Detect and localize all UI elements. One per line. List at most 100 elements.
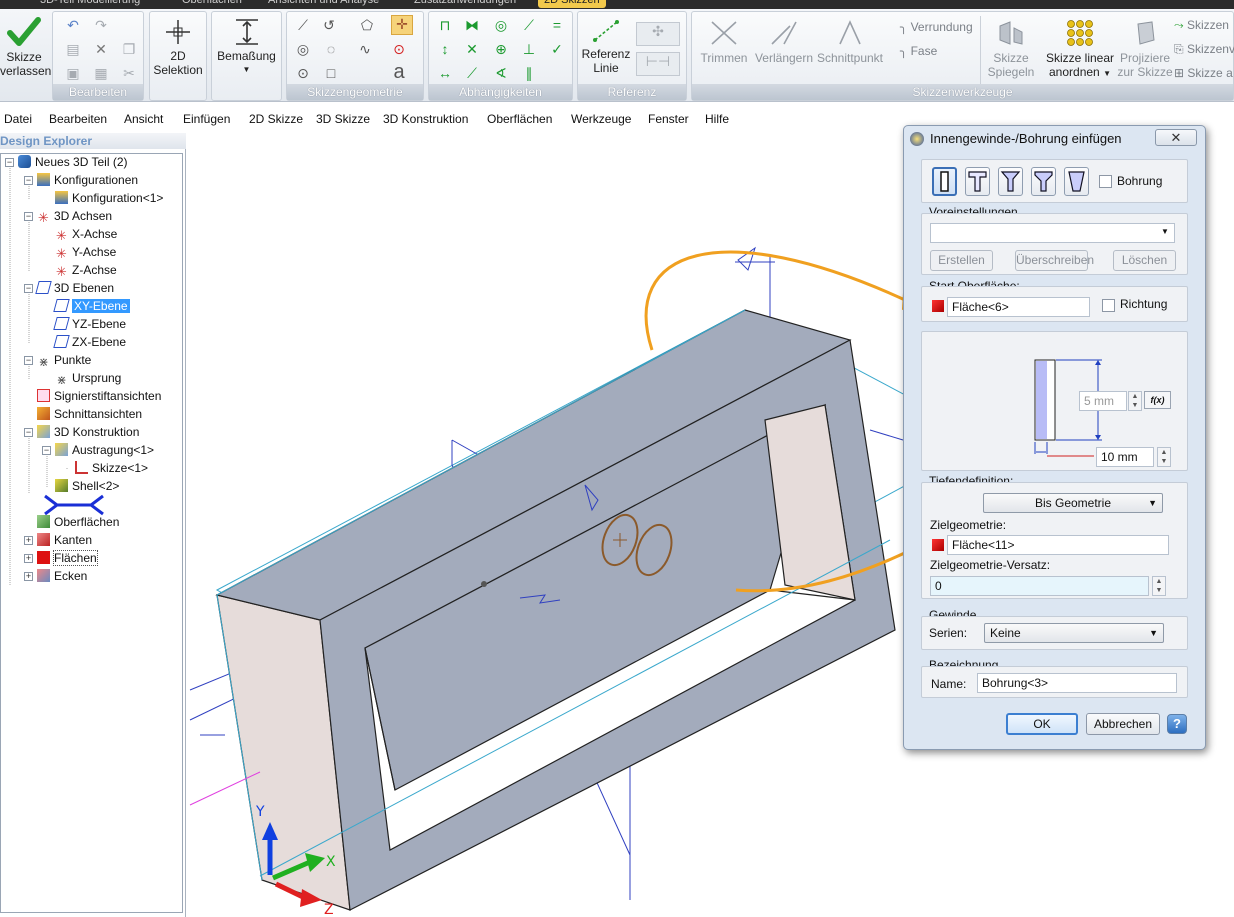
tree-expand-edges[interactable]: + xyxy=(24,536,33,545)
menu-help[interactable]: Hilfe xyxy=(705,112,729,126)
rectangle-icon[interactable]: □ xyxy=(323,65,339,81)
coincident-icon[interactable]: ⧓ xyxy=(464,17,480,33)
diameter-spinner[interactable]: ▲ ▼ xyxy=(1128,391,1142,411)
tree-item-part[interactable]: Neues 3D Teil (2) xyxy=(18,154,127,171)
sketch-tools-item-3[interactable]: ⊞ Skizze a xyxy=(1174,66,1233,80)
copy-icon[interactable]: ❐ xyxy=(121,41,137,57)
menu-tools[interactable]: Werkzeuge xyxy=(571,112,631,126)
tree-collapse-configs[interactable]: − xyxy=(24,176,33,185)
cut-icon[interactable]: ✂ xyxy=(121,65,137,81)
tree-item-markup-views[interactable]: Signierstiftansichten xyxy=(37,388,161,405)
tree-item-extrude-1[interactable]: Austragung<1> xyxy=(55,442,154,459)
redo-icon[interactable]: ↷ xyxy=(93,17,109,33)
fix-icon[interactable]: ⊓ xyxy=(437,17,453,33)
tree-item-vertices[interactable]: Ecken xyxy=(37,568,87,585)
reference-line-button[interactable]: Referenz Linie xyxy=(580,18,632,75)
menu-window[interactable]: Fenster xyxy=(648,112,689,126)
tree-item-3d-construction[interactable]: 3D Konstruktion xyxy=(37,424,139,441)
undo-icon[interactable]: ↶ xyxy=(65,17,81,33)
name-field[interactable]: Bohrung<3> xyxy=(977,673,1177,693)
concentric-icon[interactable]: ◎ xyxy=(493,17,509,33)
solid-body[interactable] xyxy=(215,309,896,911)
tree-item-points[interactable]: ⋇ Punkte xyxy=(37,352,91,369)
hole-type-countersink-button[interactable] xyxy=(998,167,1023,196)
menu-3d-sketch[interactable]: 3D Skizze xyxy=(316,112,370,126)
ribbon-tab-surfaces[interactable]: Oberflächen xyxy=(182,0,242,8)
trim-button[interactable]: Trimmen xyxy=(696,18,752,65)
tangent-icon[interactable]: ⟋ xyxy=(521,17,537,33)
sketch-point[interactable] xyxy=(481,581,487,587)
help-button[interactable]: ? xyxy=(1167,714,1187,734)
tree-item-3d-axes[interactable]: ✳ 3D Achsen xyxy=(37,208,112,225)
clipboard-icon[interactable]: ▦ xyxy=(93,65,109,81)
line-icon[interactable]: ⟋ xyxy=(295,17,311,33)
menu-edit[interactable]: Bearbeiten xyxy=(49,112,107,126)
tree-item-configuration-1[interactable]: Konfiguration<1> xyxy=(55,190,163,207)
tree-item-zx-plane[interactable]: ZX-Ebene xyxy=(53,334,126,351)
horizontal-icon[interactable]: ↔ xyxy=(437,65,453,81)
hole-checkbox[interactable] xyxy=(1099,175,1112,188)
exit-sketch-button[interactable]: Skizze verlassen xyxy=(0,17,51,87)
chamfer-button[interactable]: ╮ Fase xyxy=(900,44,937,58)
tree-item-origin[interactable]: ⋇ Ursprung xyxy=(55,370,121,387)
parallel-icon[interactable]: ∥ xyxy=(521,65,537,81)
polygon-icon[interactable]: ⬠ xyxy=(359,17,375,33)
check-constraint-icon[interactable]: ✓ xyxy=(549,41,565,57)
presets-delete-button[interactable]: Löschen xyxy=(1113,250,1176,271)
menu-surfaces[interactable]: Oberflächen xyxy=(487,112,552,126)
ribbon-tab-2d-sketch[interactable]: 2D Skizzen xyxy=(538,0,606,8)
tree-collapse-root[interactable]: − xyxy=(5,158,14,167)
select-2d-button[interactable]: 2D Selektion xyxy=(150,18,206,77)
tree-item-x-axis[interactable]: ✳ X-Achse xyxy=(55,226,117,243)
tree-collapse-planes[interactable]: − xyxy=(24,284,33,293)
linear-pattern-button[interactable]: Skizze linear anordnen ▼ xyxy=(1044,18,1116,81)
perpendicular-icon[interactable]: ⊥ xyxy=(521,41,537,57)
presets-overwrite-button[interactable]: Überschreiben xyxy=(1015,250,1094,271)
tree-item-y-axis[interactable]: ✳ Y-Achse xyxy=(55,244,116,261)
project-to-sketch-button[interactable]: Projiziere zur Skizze xyxy=(1116,18,1174,79)
ellipse-icon[interactable]: ⊙ xyxy=(295,65,311,81)
menu-insert[interactable]: Einfügen xyxy=(183,112,230,126)
tree-item-edges[interactable]: Kanten xyxy=(37,532,92,549)
paste-icon[interactable]: ▤ xyxy=(65,41,81,57)
ribbon-tab-modeling[interactable]: 3D-Teil Modellierung xyxy=(40,0,140,8)
point-icon[interactable]: ✛ xyxy=(391,15,413,35)
collinear-icon[interactable]: ⟋ xyxy=(464,65,480,81)
tree-item-faces[interactable]: Flächen xyxy=(37,550,98,567)
tree-item-shell-2[interactable]: Shell<2> xyxy=(55,478,119,495)
menu-view[interactable]: Ansicht xyxy=(124,112,163,126)
arc-icon[interactable]: ↺ xyxy=(321,17,337,33)
tree-item-z-axis[interactable]: ✳ Z-Achse xyxy=(55,262,117,279)
mirror-sketch-button[interactable]: Skizze Spiegeln xyxy=(986,18,1036,79)
hole-type-simple-button[interactable] xyxy=(932,167,957,196)
ok-button[interactable]: OK xyxy=(1006,713,1078,735)
intersect-button[interactable]: Schnittpunkt xyxy=(814,18,886,65)
ribbon-tab-addins[interactable]: Zusatzanwendungen xyxy=(414,0,516,8)
text-icon[interactable]: a xyxy=(391,62,407,82)
tree-item-yz-plane[interactable]: YZ-Ebene xyxy=(53,316,126,333)
tree-item-xy-plane[interactable]: XY-Ebene xyxy=(53,298,130,315)
menu-3d-construction[interactable]: 3D Konstruktion xyxy=(383,112,468,126)
formula-button[interactable]: f(x) xyxy=(1144,391,1171,409)
menu-file[interactable]: Datei xyxy=(4,112,32,126)
offset-field[interactable]: 10 mm xyxy=(1096,447,1154,467)
close-button[interactable]: ✕ xyxy=(1155,129,1197,146)
sketch-tools-item-1[interactable]: ⤳ Skizzen xyxy=(1174,18,1229,33)
presets-select[interactable] xyxy=(930,223,1175,243)
tree-collapse-points[interactable]: − xyxy=(24,356,33,365)
ribbon-tab-views[interactable]: Ansichten und Analyse xyxy=(268,0,379,8)
presets-create-button[interactable]: Erstellen xyxy=(930,250,993,271)
dimension-button[interactable]: Bemaßung ▼ xyxy=(212,18,281,77)
tree-collapse-construction[interactable]: − xyxy=(24,428,33,437)
series-select[interactable]: Keine ▼ xyxy=(984,623,1164,643)
diameter-field[interactable]: 5 mm xyxy=(1079,391,1127,411)
tree-item-section-views[interactable]: Schnittansichten xyxy=(37,406,142,423)
equal-icon[interactable]: = xyxy=(549,17,565,33)
hole-type-double-countersink-button[interactable] xyxy=(1031,167,1056,196)
tree-collapse-extrude[interactable]: − xyxy=(42,446,51,455)
circle-icon[interactable]: ◎ xyxy=(295,41,311,57)
hole-type-tapered-button[interactable] xyxy=(1064,167,1089,196)
tree-item-sketch-1[interactable]: Skizze<1> xyxy=(75,460,148,477)
target-offset-field[interactable]: 0 xyxy=(930,576,1149,596)
direction-checkbox[interactable] xyxy=(1102,299,1115,312)
